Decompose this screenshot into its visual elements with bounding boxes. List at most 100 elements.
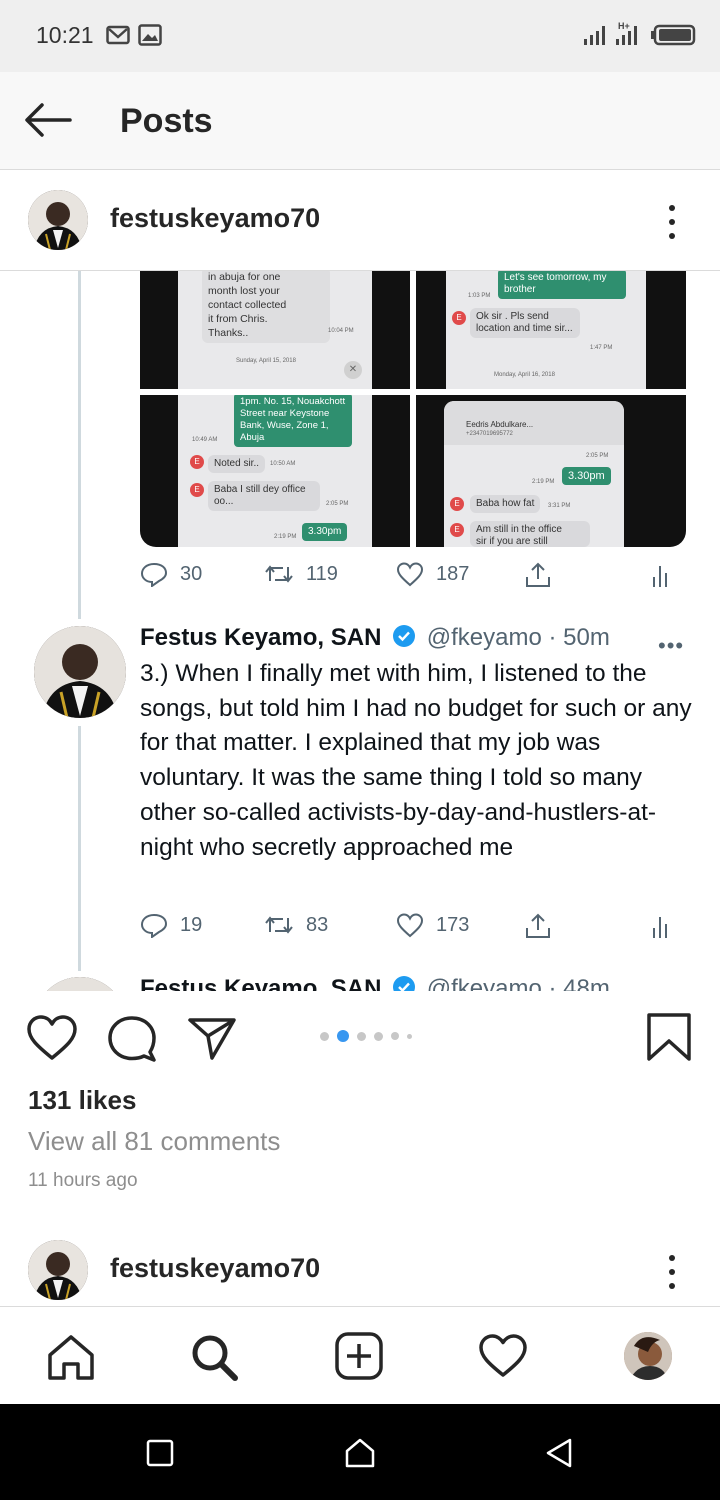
retweet-icon xyxy=(265,565,293,583)
message-time: 10:49 AM xyxy=(192,437,218,443)
received-message: Baba how fat xyxy=(470,495,541,513)
post-media[interactable]: in abuja for one month lost your contact… xyxy=(0,271,720,991)
message-line: it from Chris. xyxy=(208,313,268,325)
reply-icon xyxy=(140,562,168,587)
message-line: Am still in the office xyxy=(476,524,562,535)
heart-icon xyxy=(396,562,424,587)
save-bookmark-icon[interactable] xyxy=(646,1012,692,1062)
carousel-dot xyxy=(407,1033,412,1039)
tweet-header: Festus Keyamo, SAN @fkeyamo · 50m xyxy=(140,624,610,652)
contact-badge: E xyxy=(190,455,204,469)
tweet-more-icon: ••• xyxy=(658,983,684,991)
message-time: 1:03 PM xyxy=(468,293,491,299)
add-post-icon[interactable] xyxy=(334,1331,384,1381)
sent-message: 3.30pm xyxy=(302,523,348,541)
screenshot-top-left: in abuja for one month lost your contact… xyxy=(140,271,410,389)
image-icon xyxy=(138,24,162,46)
tweet-more-icon: ••• xyxy=(658,633,685,658)
separator: · xyxy=(548,624,557,651)
tweet-author-name: Festus Keyamo, SAN xyxy=(140,975,382,991)
post-username[interactable]: festuskeyamo70 xyxy=(110,1253,320,1284)
date-divider: Sunday, April 15, 2018 xyxy=(236,358,296,364)
date-divider: Monday, April 16, 2018 xyxy=(494,372,555,378)
share-icon xyxy=(526,562,550,587)
message-time: 2:19 PM xyxy=(274,534,297,540)
arrow-left-icon[interactable] xyxy=(22,100,74,140)
tweet-handle: @fkeyamo xyxy=(426,624,542,651)
battery-icon xyxy=(651,24,696,46)
screenshot-top-right: Let's see tomorrow, my brother 1:03 PM E… xyxy=(416,271,686,389)
received-message: Baba I still dey office oo... xyxy=(208,481,320,511)
message-line: in abuja for one xyxy=(208,271,281,283)
status-bar: 10:21 H+ xyxy=(0,0,720,72)
profile-avatar[interactable] xyxy=(624,1332,672,1380)
share-direct-icon[interactable] xyxy=(186,1014,238,1062)
signal-icon xyxy=(584,26,605,45)
reply-action: 30 xyxy=(140,561,202,587)
home-button-icon[interactable] xyxy=(344,1437,376,1469)
screenshot-bottom-left: 1pm. No. 15, Nouakchott Street near Keys… xyxy=(140,395,410,547)
post-timestamp: 11 hours ago xyxy=(28,1170,138,1191)
message-time: 1:47 PM xyxy=(590,345,613,351)
carousel-dot xyxy=(357,1031,366,1041)
contact-badge: E xyxy=(452,311,466,325)
verified-badge-icon xyxy=(393,625,416,647)
avatar[interactable] xyxy=(28,1240,88,1300)
tweet-action-bar: 19 83 173 xyxy=(140,912,680,942)
search-icon[interactable] xyxy=(190,1333,240,1381)
avatar-image xyxy=(28,1240,88,1300)
message-time: 2:19 PM xyxy=(532,479,555,485)
view-comments-link[interactable]: View all 81 comments xyxy=(28,1126,280,1157)
reply-icon xyxy=(140,913,168,938)
post-header: festuskeyamo70 xyxy=(0,170,720,270)
carousel-dot xyxy=(320,1031,329,1041)
avatar-image xyxy=(28,190,88,250)
received-message: Ok sir . Pls send location and time sir.… xyxy=(470,308,580,338)
like-heart-icon[interactable] xyxy=(26,1014,78,1062)
message-line: month lost your xyxy=(208,285,280,297)
tweet-avatar-image xyxy=(34,626,126,718)
separator: · xyxy=(548,975,557,991)
activity-heart-icon[interactable] xyxy=(478,1333,528,1379)
signal-h-plus-icon: H+ xyxy=(616,21,637,45)
message-time: 10:04 PM xyxy=(328,328,354,334)
tweet-avatar xyxy=(34,626,126,718)
home-icon[interactable] xyxy=(46,1333,96,1381)
bottom-navigation xyxy=(0,1306,720,1404)
carousel-dot xyxy=(337,1030,349,1042)
heart-icon xyxy=(396,913,424,938)
analytics-icon xyxy=(653,566,667,587)
mail-icon xyxy=(106,25,130,45)
retweet-count: 119 xyxy=(306,562,338,585)
tweet-author-name: Festus Keyamo, SAN xyxy=(140,624,382,651)
back-triangle-icon[interactable] xyxy=(544,1437,574,1469)
contact-name: Eedris Abdulkare... xyxy=(466,420,534,429)
close-icon: ✕ xyxy=(344,361,362,379)
more-options-icon[interactable] xyxy=(666,205,678,247)
received-message: Am still in the office sir if you are st… xyxy=(470,521,590,547)
comment-icon[interactable] xyxy=(106,1014,158,1062)
sent-message: Let's see tomorrow, my brother xyxy=(498,271,626,299)
sent-message: 3.30pm xyxy=(562,467,611,485)
reply-action: 19 xyxy=(140,912,202,938)
more-options-icon[interactable] xyxy=(666,1255,678,1297)
post-header: festuskeyamo70 xyxy=(0,1220,720,1320)
like-count: 173 xyxy=(436,913,470,936)
contact-badge: E xyxy=(450,497,464,511)
recent-apps-icon[interactable] xyxy=(146,1439,174,1467)
tweet-handle: @fkeyamo xyxy=(426,975,542,991)
tweet-time: 48m xyxy=(563,975,610,991)
contact-number: +2347019695772 xyxy=(466,431,513,437)
tweet-time: 50m xyxy=(563,624,610,651)
retweet-count: 83 xyxy=(306,913,329,936)
carousel-indicator xyxy=(320,1030,420,1042)
avatar[interactable] xyxy=(28,190,88,250)
message-time: 2:05 PM xyxy=(586,453,609,459)
message-time: 10:50 AM xyxy=(270,461,296,467)
likes-count[interactable]: 131 likes xyxy=(28,1085,136,1116)
tweet-action-bar: 30 119 187 xyxy=(140,561,680,591)
post-username[interactable]: festuskeyamo70 xyxy=(110,203,320,234)
message-line: Thanks.. xyxy=(208,327,249,339)
share-icon xyxy=(526,913,550,938)
reply-count: 30 xyxy=(180,562,203,585)
